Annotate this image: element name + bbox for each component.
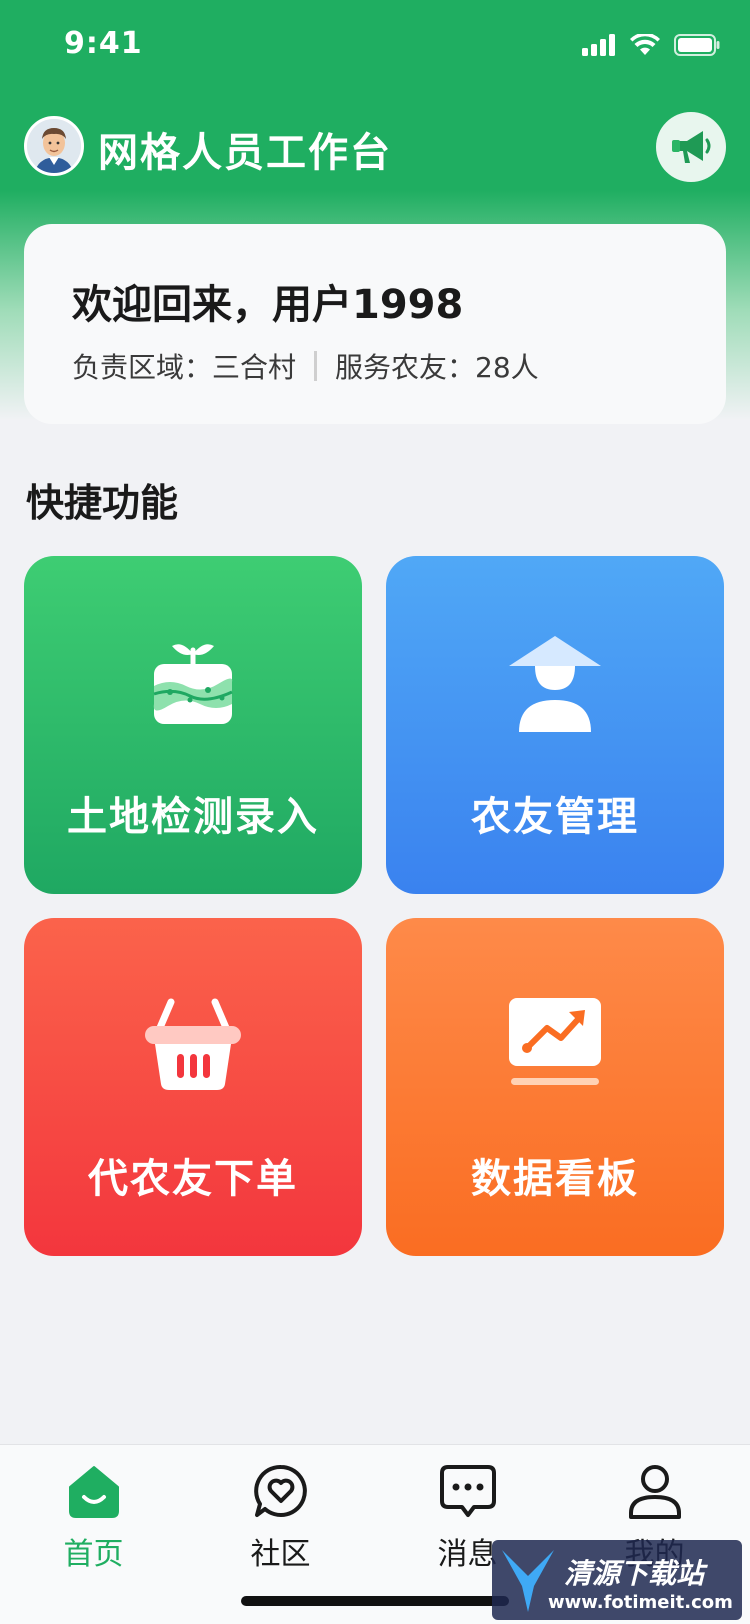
avatar-image	[27, 119, 81, 173]
tile-label: 数据看板	[471, 1156, 639, 1202]
nav-label: 首页	[63, 1537, 124, 1572]
heart-chat-icon	[187, 1463, 374, 1519]
farmer-count-text: 服务农友：28人	[335, 351, 539, 384]
chart-board-icon	[386, 996, 724, 1092]
farmer-hat-icon	[386, 634, 724, 734]
announcement-button[interactable]	[656, 112, 726, 182]
meta-divider	[314, 351, 318, 381]
nav-item-home[interactable]: 首页	[0, 1445, 187, 1585]
region-text: 负责区域：三合村	[72, 351, 297, 384]
welcome-card: 欢迎回来，用户1998 负责区域：三合村 服务农友：28人	[24, 224, 726, 424]
land-test-entry-tile[interactable]: 土地检测录入	[24, 556, 362, 894]
home-icon	[0, 1463, 187, 1519]
watermark-text: 清源下载站	[564, 1557, 705, 1590]
tile-label: 代农友下单	[88, 1156, 298, 1202]
data-dashboard-tile[interactable]: 数据看板	[386, 918, 724, 1256]
signal-icon	[582, 34, 615, 56]
home-indicator	[241, 1596, 509, 1606]
basket-icon	[24, 996, 362, 1092]
welcome-title: 欢迎回来，用户1998	[72, 282, 464, 328]
status-time: 9:41	[64, 26, 143, 61]
message-icon	[374, 1463, 561, 1519]
battery-icon	[674, 34, 720, 56]
wifi-icon	[630, 34, 660, 55]
soil-plant-icon	[24, 634, 362, 728]
app-header: 网格人员工作台	[24, 112, 726, 184]
status-icons	[582, 34, 720, 56]
avatar[interactable]	[24, 116, 84, 176]
user-icon	[561, 1463, 748, 1519]
nav-item-community[interactable]: 社区	[187, 1445, 374, 1585]
order-for-farmer-tile[interactable]: 代农友下单	[24, 918, 362, 1256]
megaphone-icon	[672, 131, 711, 163]
watermark-url: www.fotimeit.com	[548, 1592, 733, 1613]
watermark: 清源下载站 www.fotimeit.com	[492, 1540, 742, 1620]
farmer-management-tile[interactable]: 农友管理	[386, 556, 724, 894]
tile-label: 农友管理	[471, 794, 639, 840]
nav-label: 社区	[250, 1537, 311, 1572]
section-title: 快捷功能	[26, 481, 179, 525]
tile-label: 土地检测录入	[67, 794, 319, 840]
page-title: 网格人员工作台	[98, 130, 392, 176]
welcome-meta: 负责区域：三合村 服务农友：28人	[72, 346, 539, 386]
status-bar: 9:41	[0, 0, 750, 90]
